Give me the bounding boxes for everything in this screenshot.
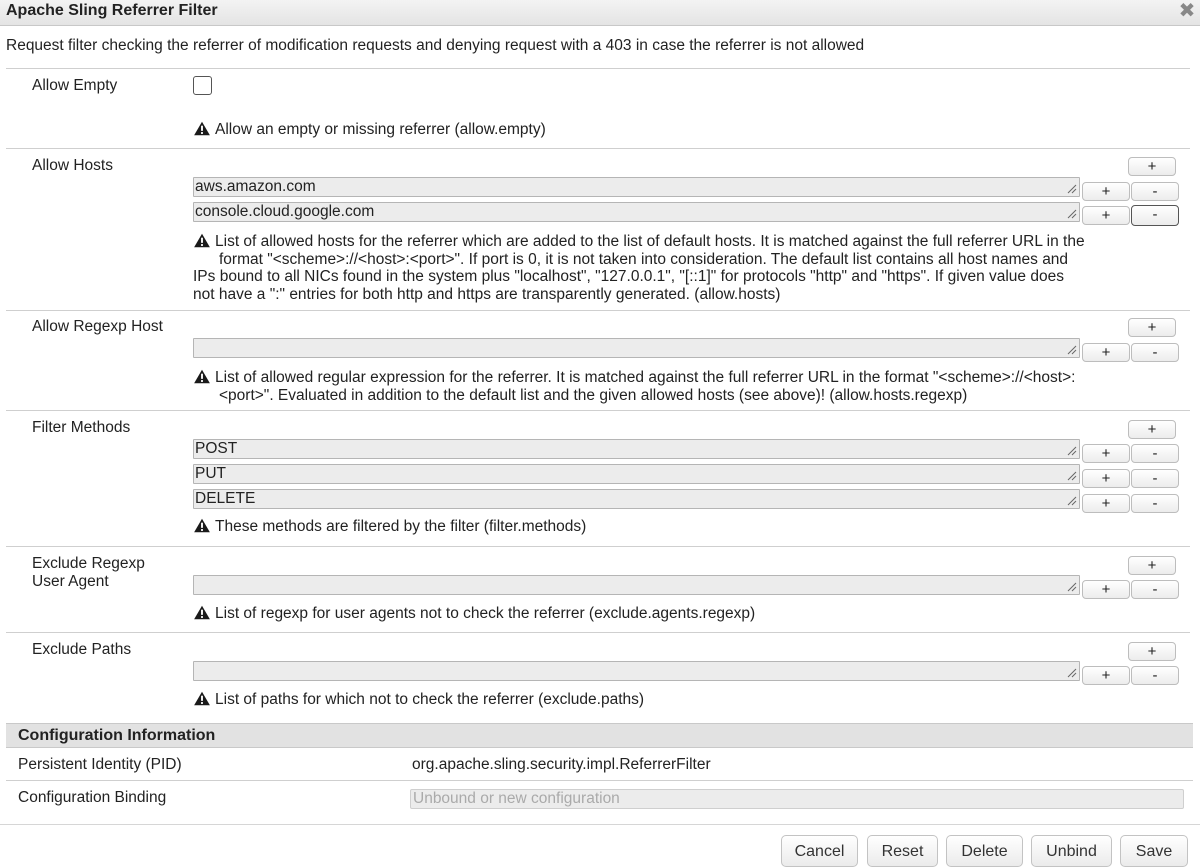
exclude-paths-add-button[interactable]: + — [1128, 642, 1176, 661]
allow-hosts-label: Allow Hosts — [32, 157, 113, 174]
allow-regexp-host-label: Allow Regexp Host — [32, 318, 163, 335]
resize-grip-icon[interactable] — [1067, 209, 1077, 219]
exclude-agents-label: Exclude Regexp User Agent — [32, 555, 145, 590]
exclude-paths-input[interactable] — [193, 661, 1080, 681]
resize-grip-icon[interactable] — [1067, 471, 1077, 481]
unbind-button[interactable]: Unbind — [1031, 835, 1112, 867]
binding-field: Unbound or new configuration — [410, 789, 1184, 809]
allow-regexp-host-remove-button[interactable]: - — [1131, 343, 1179, 362]
filter-methods-add-button[interactable]: + — [1128, 420, 1176, 439]
dialog-titlebar: Apache Sling Referrer Filter ✖ — [0, 0, 1200, 26]
allow-empty-label: Allow Empty — [32, 77, 118, 94]
filter-methods-hint: These methods are filtered by the filter… — [193, 518, 586, 536]
filter-methods-remove-button[interactable]: - — [1131, 444, 1179, 463]
warning-icon — [193, 233, 211, 248]
filter-methods-label: Filter Methods — [32, 419, 131, 436]
save-button[interactable]: Save — [1120, 835, 1188, 867]
exclude-agents-hint: List of regexp for user agents not to ch… — [193, 605, 755, 623]
allow-hosts-add-button[interactable]: + — [1128, 157, 1176, 176]
allow-hosts-remove-button[interactable]: - — [1131, 205, 1179, 226]
allow-regexp-host-hint: List of allowed regular expression for t… — [193, 369, 1183, 404]
divider — [6, 68, 1190, 69]
exclude-paths-insert-button[interactable]: + — [1082, 666, 1130, 685]
warning-icon — [193, 518, 211, 533]
exclude-agents-input[interactable] — [193, 575, 1080, 595]
allow-regexp-host-input[interactable] — [193, 338, 1080, 358]
resize-grip-icon[interactable] — [1067, 668, 1077, 678]
warning-icon — [193, 691, 211, 706]
delete-button[interactable]: Delete — [946, 835, 1023, 867]
close-icon[interactable]: ✖ — [1178, 0, 1196, 22]
warning-icon — [193, 605, 211, 620]
dialog-title: Apache Sling Referrer Filter — [6, 2, 218, 19]
resize-grip-icon[interactable] — [1067, 496, 1077, 506]
cancel-button[interactable]: Cancel — [781, 835, 858, 867]
allow-hosts-value-input[interactable]: console.cloud.google.com — [193, 202, 1080, 222]
warning-icon — [193, 369, 211, 384]
filter-methods-insert-button[interactable]: + — [1082, 494, 1130, 513]
allow-hosts-hint: List of allowed hosts for the referrer w… — [193, 233, 1085, 303]
divider — [6, 632, 1190, 633]
filter-methods-value-input[interactable]: POST — [193, 439, 1080, 459]
filter-methods-remove-button[interactable]: - — [1131, 469, 1179, 488]
resize-grip-icon[interactable] — [1067, 446, 1077, 456]
divider — [6, 148, 1190, 149]
allow-hosts-insert-button[interactable]: + — [1082, 206, 1130, 225]
allow-hosts-remove-button[interactable]: - — [1131, 182, 1179, 201]
config-info-header: Configuration Information — [6, 723, 1193, 748]
filter-methods-insert-button[interactable]: + — [1082, 444, 1130, 463]
exclude-paths-label: Exclude Paths — [32, 641, 132, 658]
allow-empty-hint: Allow an empty or missing referrer (allo… — [193, 121, 546, 139]
exclude-agents-add-button[interactable]: + — [1128, 556, 1176, 575]
filter-methods-insert-button[interactable]: + — [1082, 469, 1130, 488]
filter-methods-remove-button[interactable]: - — [1131, 494, 1179, 513]
allow-empty-checkbox[interactable] — [193, 76, 212, 95]
config-info-title: Configuration Information — [18, 727, 216, 744]
allow-regexp-host-add-button[interactable]: + — [1128, 318, 1176, 337]
pid-label: Persistent Identity (PID) — [18, 756, 182, 773]
resize-grip-icon[interactable] — [1067, 582, 1077, 592]
allow-hosts-insert-button[interactable]: + — [1082, 182, 1130, 201]
binding-label: Configuration Binding — [18, 789, 167, 806]
filter-methods-value-input[interactable]: DELETE — [193, 489, 1080, 509]
exclude-paths-hint: List of paths for which not to check the… — [193, 691, 644, 709]
divider — [6, 546, 1190, 547]
allow-hosts-value-input[interactable]: aws.amazon.com — [193, 177, 1080, 197]
divider — [6, 410, 1190, 411]
exclude-agents-remove-button[interactable]: - — [1131, 580, 1179, 599]
warning-icon — [193, 121, 211, 136]
exclude-agents-insert-button[interactable]: + — [1082, 580, 1130, 599]
divider — [6, 310, 1190, 311]
resize-grip-icon[interactable] — [1067, 184, 1077, 194]
allow-regexp-host-insert-button[interactable]: + — [1082, 343, 1130, 362]
pid-value: org.apache.sling.security.impl.ReferrerF… — [412, 756, 711, 773]
filter-methods-value-input[interactable]: PUT — [193, 464, 1080, 484]
resize-grip-icon[interactable] — [1067, 345, 1077, 355]
exclude-paths-remove-button[interactable]: - — [1131, 666, 1179, 685]
dialog-description: Request filter checking the referrer of … — [6, 37, 865, 54]
reset-button[interactable]: Reset — [867, 835, 938, 867]
divider — [6, 780, 1193, 781]
